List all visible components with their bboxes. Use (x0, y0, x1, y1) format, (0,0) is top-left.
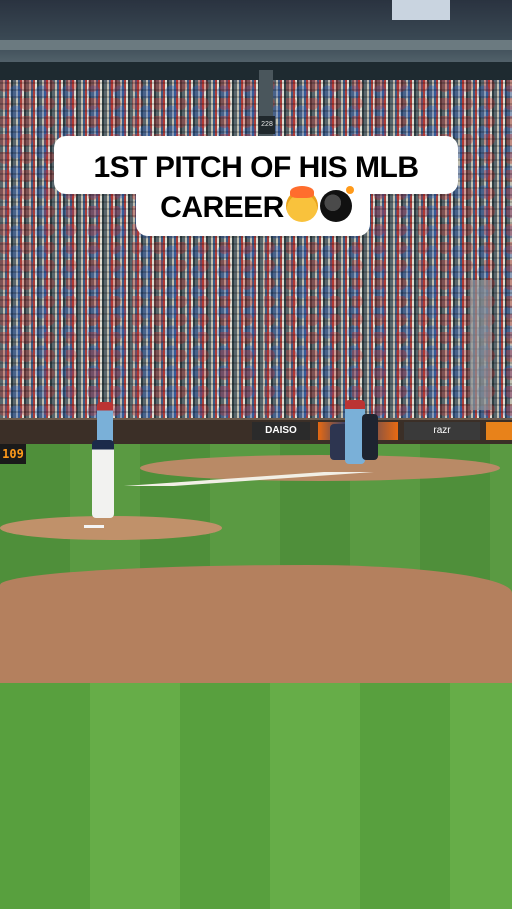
video-frame: 228 DAISO razr 109 1ST PITCH OF HIS MLB … (0, 0, 512, 909)
crowd-shading (0, 80, 512, 420)
infield-dirt-arc (0, 565, 512, 683)
ad-daiso: DAISO (252, 422, 310, 440)
umpire (362, 414, 378, 460)
ad-razr: razr (404, 422, 480, 440)
ad-banner-right (486, 422, 512, 440)
bomb-icon (319, 186, 354, 222)
pitcher (92, 440, 114, 518)
caption-text: 1ST PITCH OF HIS MLB CAREER (54, 148, 458, 228)
caption-line-1: 1ST PITCH OF HIS MLB (93, 151, 419, 184)
caption-overlay: 1ST PITCH OF HIS MLB CAREER (54, 136, 458, 236)
infield-grass (0, 683, 512, 909)
exploding-head-icon (285, 186, 318, 222)
upper-deck-roof (0, 62, 512, 82)
pitchers-mound (0, 516, 222, 540)
upper-video-board (392, 0, 450, 20)
pitching-rubber (84, 525, 104, 528)
foul-line (0, 472, 512, 486)
upper-deck-railing (0, 40, 512, 50)
section-sign: 228 (259, 116, 275, 134)
pitch-speed-display: 109 (0, 444, 26, 464)
stadium-aisle (470, 280, 492, 410)
caption-line-2-text: CAREER (160, 191, 284, 224)
caption-line-2: CAREER (54, 186, 458, 228)
